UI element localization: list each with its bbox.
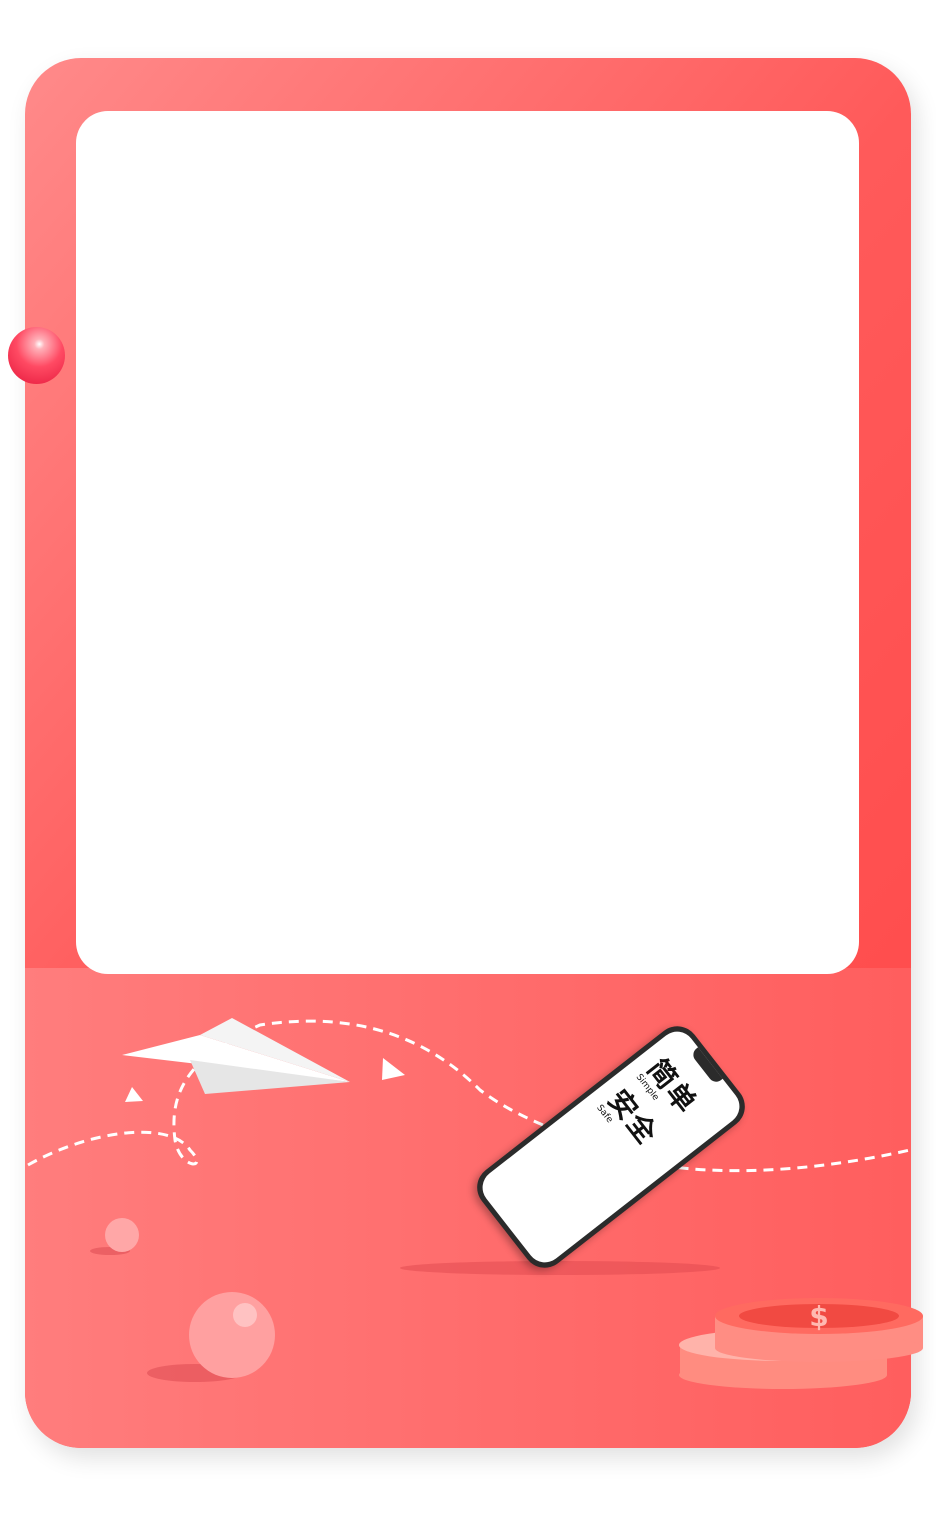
coin-symbol: $	[809, 1300, 828, 1333]
decoration-layer: $	[27, 1018, 923, 1389]
small-ball-decoration	[105, 1218, 139, 1252]
large-ball-decoration	[189, 1292, 275, 1378]
paper-plane-icon	[122, 1018, 350, 1094]
triangle-icon	[382, 1058, 405, 1080]
dashed-flight-path	[27, 1019, 911, 1173]
coin-stack-icon	[679, 1298, 923, 1389]
triangle-icon	[125, 1087, 143, 1102]
phone-shadow	[400, 1261, 720, 1275]
